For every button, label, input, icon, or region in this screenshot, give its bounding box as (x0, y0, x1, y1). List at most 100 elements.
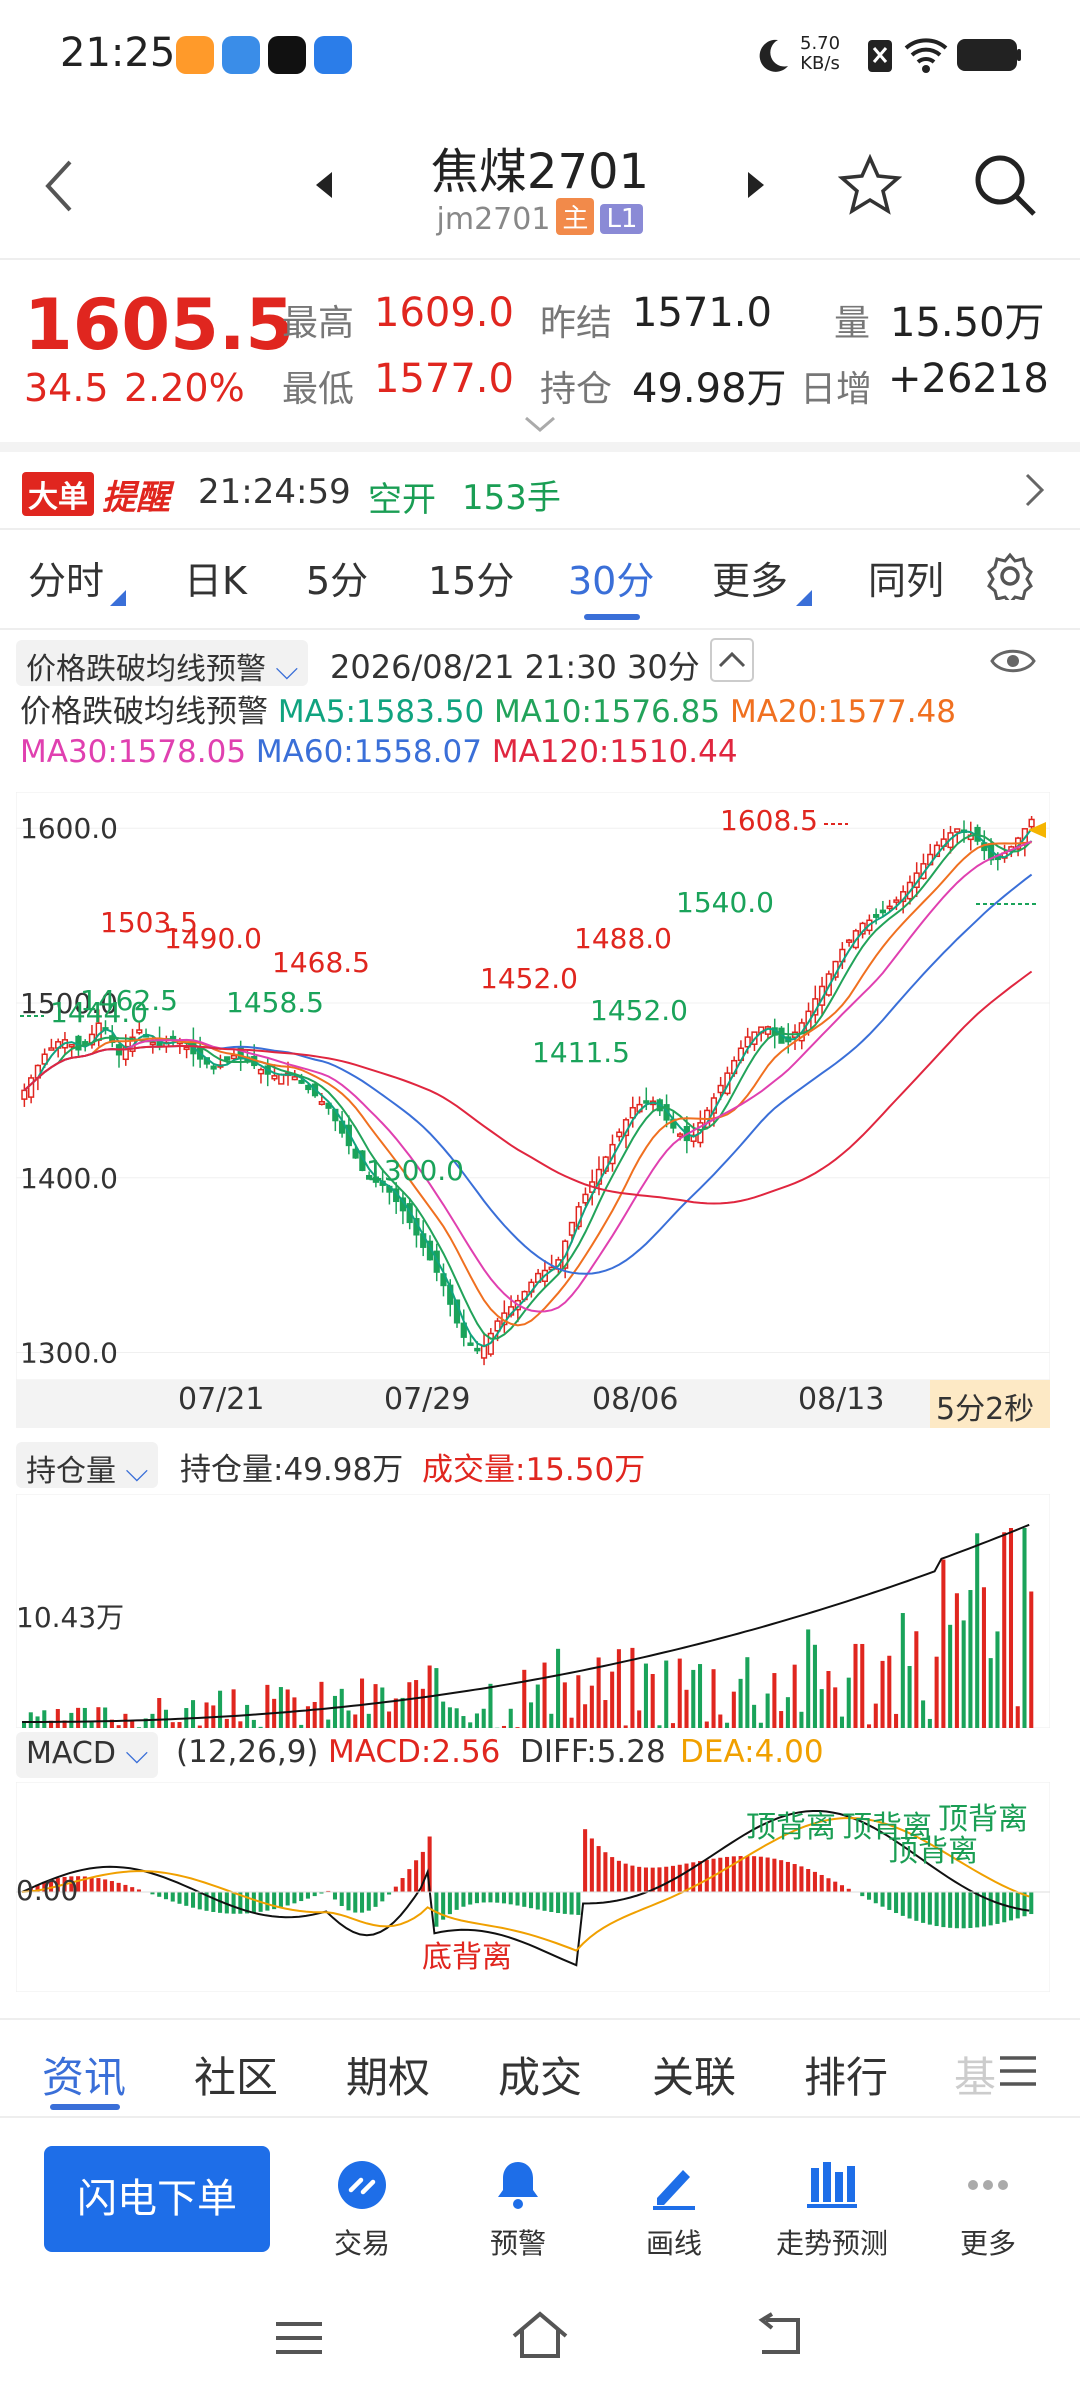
volume-bar (806, 1629, 811, 1728)
search-icon[interactable] (972, 152, 1038, 218)
nav-menu-icon[interactable] (272, 2318, 326, 2358)
trade-button[interactable]: 交易 (302, 2158, 422, 2262)
star-icon[interactable] (838, 154, 902, 218)
macd-bar (454, 1892, 459, 1910)
more-button[interactable]: 更多 (928, 2158, 1048, 2262)
candle (224, 1056, 231, 1061)
volume-bar (556, 1648, 561, 1728)
tab-daily-k[interactable]: 日K (184, 550, 247, 605)
tab-trades[interactable]: 成交 (498, 2044, 582, 2105)
candle (879, 909, 887, 914)
header: 焦煤2701 jm2701 主 L1 (0, 110, 1080, 260)
tab-news[interactable]: 资讯 (42, 2044, 126, 2105)
bar-countdown: 5分2秒 (930, 1380, 1050, 1428)
macd-params: (12,26,9) (176, 1734, 319, 1770)
net-speed: 5.70 KB/s (800, 33, 841, 74)
volume-bar (1029, 1591, 1034, 1728)
macd-bar (616, 1860, 621, 1892)
volume-bar (569, 1717, 574, 1728)
macd-bar (698, 1861, 703, 1892)
candle (1028, 818, 1035, 828)
macd-bar (758, 1856, 763, 1892)
menu-icon[interactable] (998, 2054, 1038, 2088)
bell-icon (498, 2162, 538, 2209)
tab-compare[interactable]: 同列 (868, 550, 944, 605)
macd-bar (414, 1860, 419, 1892)
candle (954, 828, 961, 833)
macd-bar (704, 1859, 709, 1892)
volume-bar (826, 1671, 831, 1728)
flash-order-button[interactable]: 闪电下单 (44, 2146, 270, 2252)
macd-bar (1002, 1892, 1007, 1923)
tab-fundamental[interactable]: 基 (954, 2044, 996, 2105)
macd-bar (346, 1892, 351, 1911)
macd-bar (677, 1864, 682, 1892)
macd-bar (583, 1829, 588, 1892)
collapse-up-icon[interactable] (710, 638, 754, 682)
macd-bar (474, 1892, 479, 1904)
volume-bar (684, 1689, 689, 1728)
tab-community[interactable]: 社区 (194, 2044, 278, 2105)
tab-5min[interactable]: 5分 (306, 550, 368, 605)
expand-quote-icon[interactable] (524, 414, 556, 434)
volume-bar (643, 1663, 648, 1728)
volume-bar (82, 1707, 87, 1728)
volume-bar (400, 1697, 405, 1728)
alert-button[interactable]: 预警 (458, 2158, 578, 2262)
volume-bar (650, 1674, 655, 1728)
volume-bar (22, 1722, 27, 1728)
volume-bar (745, 1657, 750, 1728)
volume-bar (245, 1704, 250, 1728)
macd-zero-label: 0.00 (16, 1874, 79, 1907)
volume-bar (529, 1702, 534, 1728)
volume-bar (468, 1722, 473, 1728)
tab-30min[interactable]: 30分 (568, 550, 654, 605)
tab-ranking[interactable]: 排行 (804, 2044, 888, 2105)
no-sim-icon (868, 40, 892, 72)
macd-bar (718, 1857, 723, 1892)
volume-bar (988, 1658, 993, 1728)
price-annotation: 1444.0 (50, 996, 148, 1029)
volume-chart[interactable] (16, 1494, 1050, 1728)
chevron-right-icon[interactable] (1024, 472, 1046, 508)
volume-bar (515, 1727, 520, 1728)
tab-15min[interactable]: 15分 (428, 550, 514, 605)
oi-select[interactable]: 持仓量 ⌵ (16, 1442, 159, 1489)
tab-timeshare[interactable]: 分时 (28, 550, 104, 605)
gear-icon[interactable] (986, 552, 1034, 600)
volume-bar (197, 1725, 202, 1728)
trade-icon (338, 2161, 386, 2209)
volume-bar (738, 1678, 743, 1728)
contract-title: 焦煤2701 (430, 144, 650, 200)
big-order-alert[interactable]: 大单 提醒 21:24:59 空开 153手 (0, 452, 1080, 530)
trend-forecast-button[interactable]: 走势预测 (768, 2158, 896, 2262)
macd-bar (103, 1879, 108, 1892)
candle (582, 1193, 589, 1204)
indicator-select[interactable]: 价格跌破均线预警 ⌵ (16, 640, 309, 687)
price-annotation: 1468.5 (272, 946, 370, 979)
volume-bar (772, 1673, 777, 1728)
volume-bar (1015, 1706, 1020, 1728)
nav-home-icon[interactable] (508, 2308, 572, 2362)
candle (474, 1347, 481, 1352)
price-chart[interactable]: 1600.01500.01400.01300.01503.51490.01468… (16, 792, 1050, 1380)
macd-select[interactable]: MACD ⌵ (16, 1732, 159, 1778)
macd-bar (380, 1892, 385, 1902)
volume-bar (562, 1682, 567, 1728)
volume-bar (488, 1683, 493, 1728)
macd-bar (96, 1878, 101, 1892)
draw-line-button[interactable]: 画线 (614, 2158, 734, 2262)
next-contract-icon[interactable] (746, 170, 766, 200)
x-tick-label: 07/29 (384, 1382, 471, 1417)
macd-bar (407, 1869, 412, 1892)
nav-back-icon[interactable] (752, 2312, 806, 2358)
volume-bar (603, 1700, 608, 1728)
tab-more[interactable]: 更多 (712, 550, 788, 605)
alert-type: 空开 (368, 480, 436, 520)
dea-value: DEA:4.00 (680, 1734, 824, 1770)
tab-options[interactable]: 期权 (346, 2044, 430, 2105)
eye-icon[interactable] (990, 644, 1036, 678)
alert-badge-remind: 提醒 (102, 478, 170, 518)
tab-related[interactable]: 关联 (652, 2044, 736, 2105)
candle (717, 1084, 724, 1094)
